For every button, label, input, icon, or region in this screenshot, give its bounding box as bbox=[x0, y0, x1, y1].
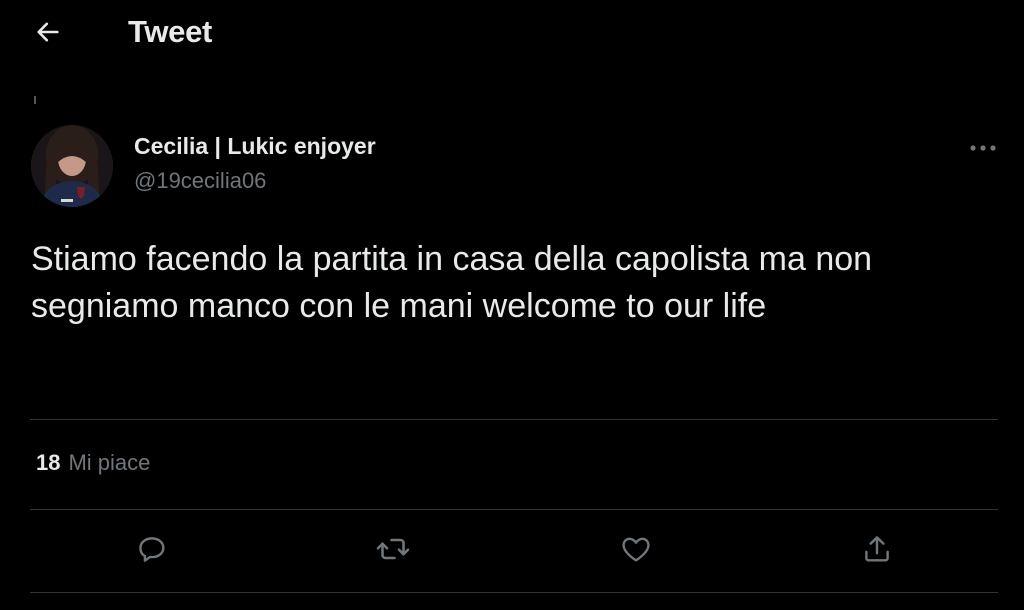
more-dots-icon bbox=[969, 139, 997, 157]
thread-line-stub bbox=[34, 96, 36, 104]
likes-stat[interactable]: 18 Mi piace bbox=[36, 450, 150, 476]
reply-button[interactable] bbox=[132, 531, 172, 571]
avatar[interactable] bbox=[31, 125, 113, 207]
like-button[interactable] bbox=[616, 531, 656, 571]
retweet-button[interactable] bbox=[373, 531, 413, 571]
tweet-text: Stiamo facendo la partita in casa della … bbox=[31, 240, 873, 325]
more-options-button[interactable] bbox=[966, 136, 1000, 160]
reply-icon bbox=[135, 532, 169, 571]
arrow-left-icon bbox=[34, 18, 62, 51]
share-icon bbox=[860, 532, 894, 571]
author-handle[interactable]: @19cecilia06 bbox=[134, 168, 266, 194]
likes-count: 18 bbox=[36, 450, 61, 475]
likes-label: Mi piace bbox=[68, 450, 151, 475]
tweet-page: Tweet Cecilia | Lukic enjoyer @19cecilia… bbox=[0, 0, 1024, 610]
divider-top bbox=[30, 419, 998, 420]
page-title: Tweet bbox=[128, 14, 213, 49]
heart-icon bbox=[619, 532, 653, 571]
divider-middle bbox=[30, 509, 998, 510]
retweet-icon bbox=[375, 531, 411, 572]
header-bar: Tweet bbox=[0, 0, 1024, 66]
back-button[interactable] bbox=[30, 16, 66, 52]
divider-bottom bbox=[30, 592, 998, 593]
author-name[interactable]: Cecilia | Lukic enjoyer bbox=[134, 133, 376, 160]
share-button[interactable] bbox=[857, 531, 897, 571]
